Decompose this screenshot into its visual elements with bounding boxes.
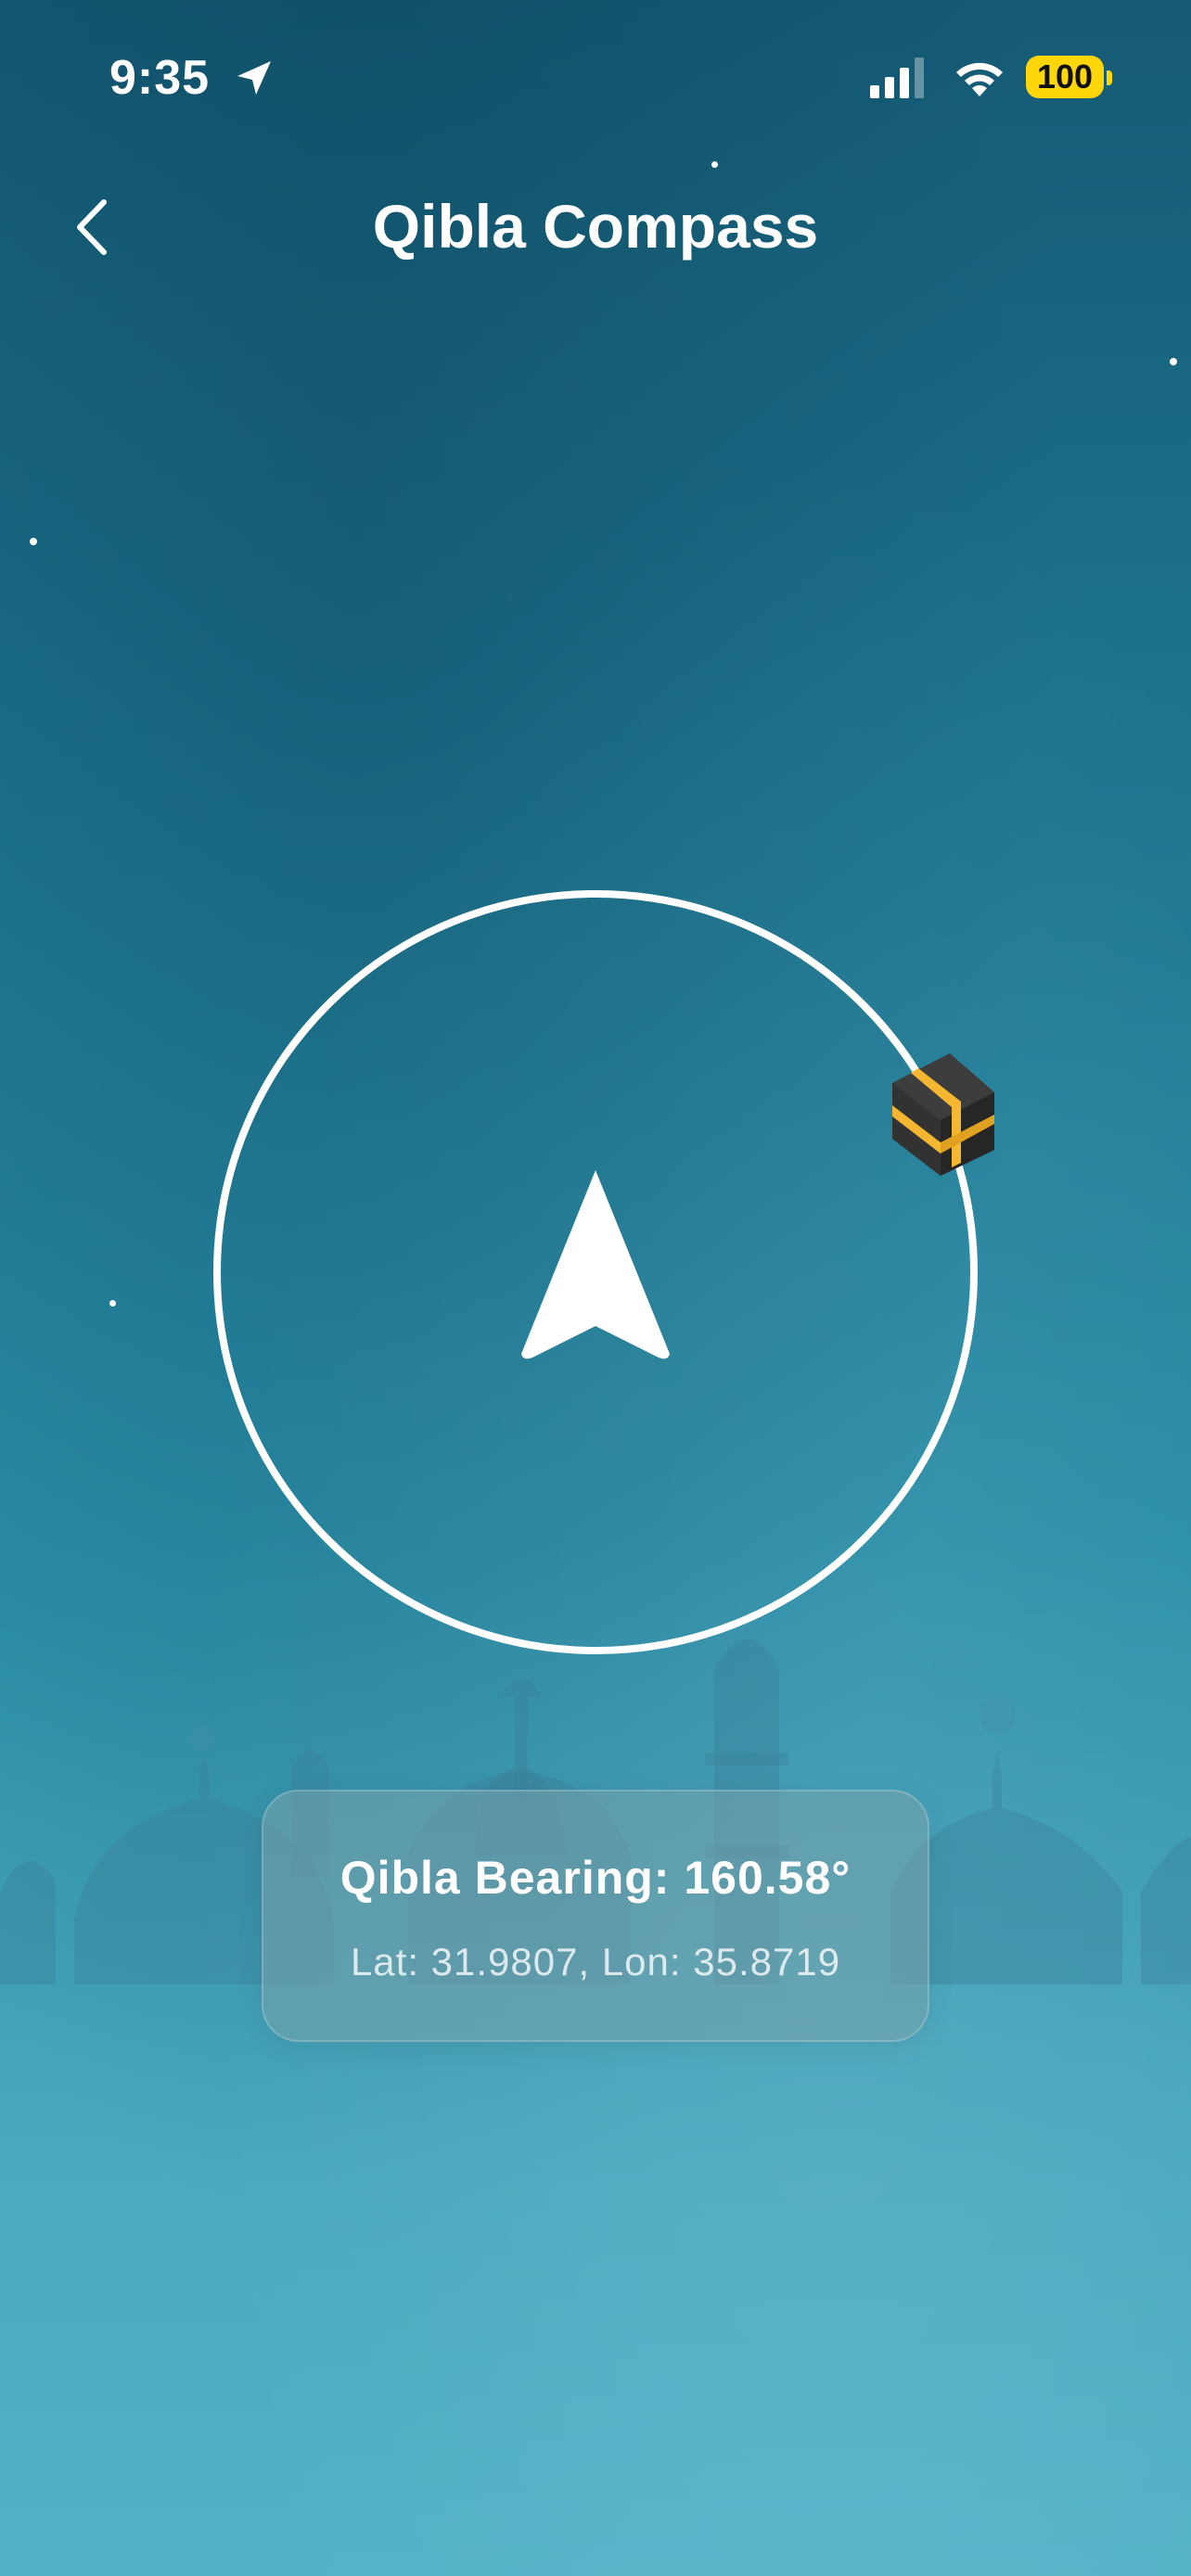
- wifi-icon: [956, 62, 1003, 96]
- star-decoration: [109, 1300, 116, 1307]
- battery-icon: 100: [1026, 56, 1104, 98]
- battery-level: 100: [1036, 57, 1094, 96]
- page-title: Qibla Compass: [372, 192, 819, 261]
- kaaba-icon: [892, 1053, 994, 1176]
- location-arrow-icon: [237, 61, 271, 95]
- qibla-info-card: Qibla Bearing: 160.58° Lat: 31.9807, Lon…: [262, 1790, 929, 2042]
- navigation-arrow-icon: [521, 1170, 670, 1359]
- star-decoration: [711, 161, 718, 168]
- qibla-bearing-text: Qibla Bearing: 160.58°: [339, 1852, 852, 1904]
- star-decoration: [1170, 358, 1177, 365]
- star-decoration: [30, 538, 37, 545]
- status-bar: 9:35 100: [0, 0, 1191, 158]
- status-time: 9:35: [109, 51, 211, 105]
- battery-tip: [1107, 70, 1112, 85]
- cellular-signal-icon: [870, 57, 924, 98]
- coordinates-text: Lat: 31.9807, Lon: 35.8719: [350, 1940, 841, 1983]
- qibla-compass: [213, 890, 994, 1654]
